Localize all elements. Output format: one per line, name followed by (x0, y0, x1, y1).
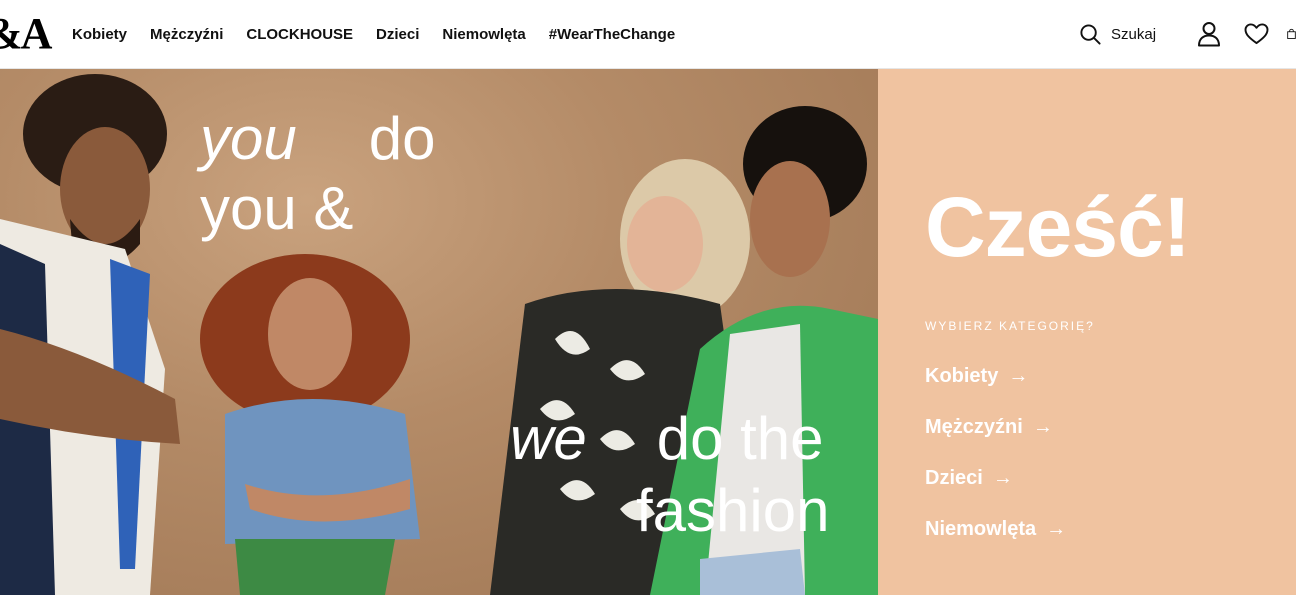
wishlist-button[interactable] (1243, 20, 1269, 48)
slogan-word-we: we (510, 405, 587, 472)
nav-item-wearthechange[interactable]: #WearTheChange (549, 26, 675, 43)
category-link-kobiety[interactable]: Kobiety → (925, 365, 1028, 388)
greeting-title: Cześć! (925, 180, 1191, 274)
account-icon (1198, 22, 1220, 47)
category-panel: Cześć! WYBIERZ KATEGORIĘ? Kobiety → Mężc… (878, 69, 1296, 595)
cart-button[interactable] (1287, 20, 1296, 48)
account-button[interactable] (1196, 20, 1222, 48)
arrow-right-icon: → (1046, 518, 1067, 540)
arrow-right-icon: → (1008, 365, 1029, 387)
slogan-word-do: do (368, 105, 436, 172)
slogan-you-and: you & (200, 175, 354, 242)
slogan-we-do-the: we do the (510, 407, 824, 471)
arrow-right-icon: → (1032, 416, 1053, 438)
slogan-you-do: you do (200, 107, 436, 171)
slogan-fashion: fashion (636, 477, 830, 544)
bag-icon (1287, 28, 1296, 39)
search-icon (1080, 23, 1101, 45)
nav-item-clockhouse[interactable]: CLOCKHOUSE (246, 26, 353, 43)
category-label: Dzieci (925, 467, 983, 489)
category-label: Mężczyźni (925, 416, 1023, 438)
nav-item-kobiety[interactable]: Kobiety (72, 26, 127, 43)
slogan-word-do-the: do the (656, 405, 824, 472)
heart-icon (1244, 23, 1268, 45)
slogan-word-you: you (200, 105, 297, 172)
arrow-right-icon: → (992, 467, 1013, 489)
category-link-dzieci[interactable]: Dzieci → (925, 467, 1013, 490)
category-link-mezczyzni[interactable]: Mężczyźni → (925, 416, 1053, 439)
nav-item-mezczyzni[interactable]: Mężczyźni (150, 26, 223, 43)
choose-category-label: WYBIERZ KATEGORIĘ? (925, 319, 1095, 333)
nav-item-dzieci[interactable]: Dzieci (376, 26, 419, 43)
hero-image[interactable]: you do you & we do the fashion (0, 69, 878, 595)
category-label: Kobiety (925, 365, 999, 387)
page-bottom-strip (0, 595, 1296, 600)
top-navigation-bar: &A Kobiety Mężczyźni CLOCKHOUSE Dzieci N… (0, 0, 1296, 69)
nav-item-niemowleta[interactable]: Niemowlęta (442, 26, 525, 43)
brand-logo[interactable]: &A (0, 10, 52, 58)
search-label: Szukaj (1111, 25, 1157, 43)
category-link-niemowleta[interactable]: Niemowlęta → (925, 518, 1066, 541)
category-label: Niemowlęta (925, 518, 1037, 540)
main-navigation: Kobiety Mężczyźni CLOCKHOUSE Dzieci Niem… (72, 0, 675, 68)
search-button[interactable]: Szukaj (1079, 20, 1156, 48)
